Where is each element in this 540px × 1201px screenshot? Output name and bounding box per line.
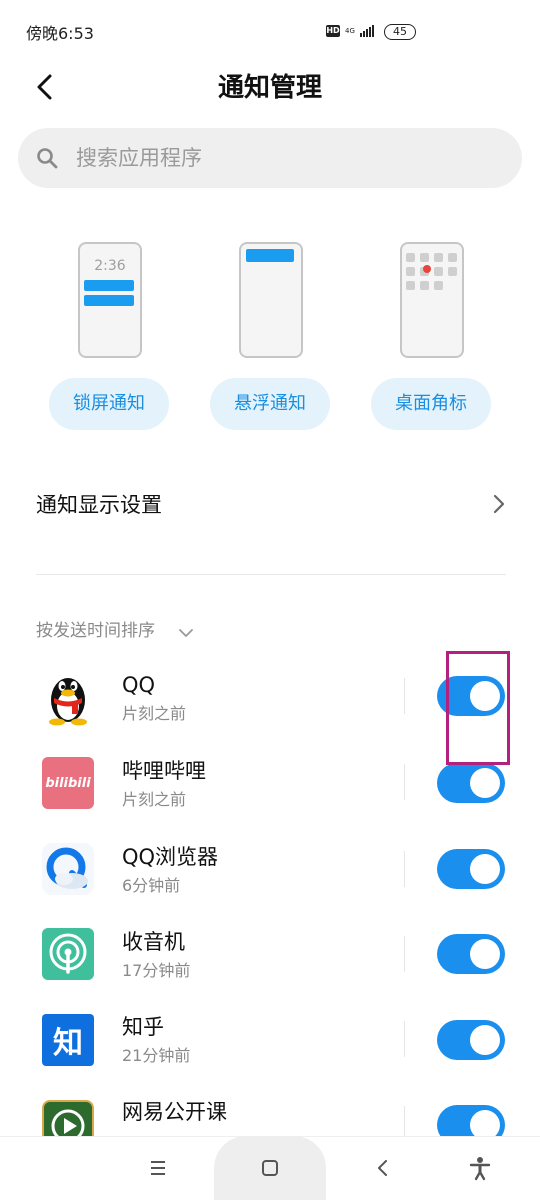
- back-button[interactable]: [30, 70, 64, 104]
- back-nav-button[interactable]: [369, 1154, 397, 1182]
- toggle-knob: [470, 939, 500, 969]
- separator: [404, 678, 405, 714]
- badge-dot-icon: [423, 265, 431, 273]
- radio-app-icon: [42, 928, 94, 980]
- qq-app-icon: [42, 670, 94, 726]
- app-name: QQ浏览器: [122, 845, 219, 869]
- zhihu-notification-toggle[interactable]: [437, 1020, 505, 1060]
- badge-app-grid: [406, 253, 457, 290]
- app-last-time: 片刻之前: [122, 704, 187, 723]
- accessibility-icon: [469, 1157, 491, 1181]
- separator: [404, 851, 405, 887]
- qq-browser-notification-toggle[interactable]: [437, 849, 505, 889]
- menu-button[interactable]: [144, 1154, 172, 1182]
- highlight-box: [446, 651, 510, 765]
- back-chevron-icon: [378, 1160, 387, 1176]
- back-arrow-icon: [37, 74, 52, 100]
- divider: [36, 574, 506, 575]
- toggle-knob: [470, 768, 500, 798]
- toggle-knob: [470, 1025, 500, 1055]
- home-button[interactable]: [256, 1154, 284, 1182]
- app-name: 哔哩哔哩: [122, 759, 206, 783]
- chevron-down-icon: [178, 624, 194, 637]
- floating-notification-button[interactable]: 悬浮通知: [210, 378, 330, 430]
- lockscreen-notification-bar: [84, 280, 134, 291]
- hd-badge: HD: [326, 25, 340, 37]
- accessibility-button[interactable]: [466, 1154, 494, 1182]
- floating-notification-bar: [246, 249, 294, 262]
- app-name: 知乎: [122, 1015, 164, 1039]
- search-icon: [36, 147, 58, 169]
- bilibili-icon-text: bilibili: [45, 775, 91, 791]
- battery-icon: 45: [384, 24, 416, 40]
- lockscreen-notification-bar: [84, 295, 134, 306]
- app-last-time: 17分钟前: [122, 961, 191, 980]
- zhihu-app-icon: 知: [42, 1014, 94, 1066]
- separator: [404, 936, 405, 972]
- search-placeholder: 搜索应用程序: [76, 146, 202, 170]
- app-name: 网易公开课: [122, 1100, 227, 1124]
- sort-dropdown[interactable]: 按发送时间排序: [36, 619, 155, 643]
- status-icons: HD 4G: [326, 25, 374, 37]
- radio-notification-toggle[interactable]: [437, 934, 505, 974]
- separator: [404, 764, 405, 800]
- app-last-time: 片刻之前: [122, 790, 187, 809]
- lockscreen-preview-time: 2:36: [94, 258, 126, 274]
- toggle-knob: [470, 854, 500, 884]
- bilibili-app-icon: bilibili: [42, 757, 94, 809]
- qq-browser-app-icon: [42, 843, 94, 895]
- bilibili-notification-toggle[interactable]: [437, 763, 505, 803]
- signal-icon: [360, 25, 374, 37]
- lockscreen-notification-button[interactable]: 锁屏通知: [49, 378, 169, 430]
- app-last-time: 21分钟前: [122, 1046, 191, 1065]
- chevron-right-icon: [491, 493, 507, 515]
- home-square-icon: [262, 1160, 278, 1176]
- zhihu-icon-text: 知: [53, 1026, 83, 1061]
- separator: [404, 1021, 405, 1057]
- app-name: 收音机: [122, 930, 185, 954]
- menu-icon: [151, 1161, 165, 1175]
- app-name: QQ: [122, 673, 156, 697]
- app-last-time: 6分钟前: [122, 876, 181, 895]
- network-type: 4G: [345, 26, 355, 35]
- status-time: 傍晚6:53: [26, 24, 94, 43]
- desktop-badge-button[interactable]: 桌面角标: [371, 378, 491, 430]
- notification-display-settings-label: 通知显示设置: [36, 493, 162, 517]
- page-title: 通知管理: [217, 73, 322, 103]
